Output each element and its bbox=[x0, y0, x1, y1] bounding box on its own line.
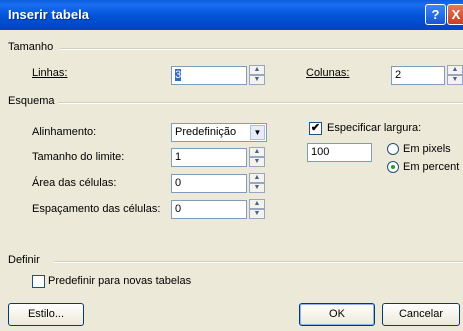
tamanho-limite-spinner[interactable]: ▲ ▼ bbox=[249, 147, 265, 168]
area-celulas-label: Área das células: bbox=[32, 177, 117, 189]
cancelar-button[interactable]: Cancelar bbox=[382, 303, 460, 326]
spin-down-icon[interactable]: ▼ bbox=[447, 75, 463, 85]
largura-input[interactable]: 100 bbox=[307, 143, 372, 162]
ok-button[interactable]: OK bbox=[299, 303, 375, 326]
predefinir-label: Predefinir para novas tabelas bbox=[48, 275, 192, 287]
predefinir-checkbox[interactable] bbox=[32, 275, 45, 288]
espacamento-spinner[interactable]: ▲ ▼ bbox=[249, 199, 265, 220]
section-esquema: Esquema bbox=[8, 95, 55, 107]
tamanho-limite-input[interactable]: 1 bbox=[171, 148, 247, 167]
estilo-button[interactable]: Estilo... bbox=[8, 303, 84, 326]
section-definir: Definir bbox=[8, 254, 40, 266]
alinhamento-select[interactable]: Predefinição ▼ bbox=[171, 123, 267, 142]
em-pixels-radio[interactable] bbox=[387, 143, 399, 155]
help-button[interactable]: ? bbox=[425, 4, 446, 25]
linhas-label: Linhas: bbox=[32, 67, 68, 79]
area-celulas-spinner[interactable]: ▲ ▼ bbox=[249, 173, 265, 194]
alinhamento-label: Alinhamento: bbox=[32, 126, 97, 138]
area-celulas-input[interactable]: 0 bbox=[171, 174, 247, 193]
spin-up-icon[interactable]: ▲ bbox=[249, 65, 265, 75]
spin-up-icon[interactable]: ▲ bbox=[447, 65, 463, 75]
spin-up-icon[interactable]: ▲ bbox=[249, 173, 265, 183]
divider bbox=[60, 48, 463, 50]
spin-up-icon[interactable]: ▲ bbox=[249, 147, 265, 157]
spin-down-icon[interactable]: ▼ bbox=[249, 75, 265, 85]
especificar-largura-checkbox[interactable]: ✔ bbox=[309, 122, 322, 135]
check-mark-icon: ✔ bbox=[310, 122, 321, 134]
colunas-label: Colunas: bbox=[306, 67, 350, 79]
section-tamanho: Tamanho bbox=[8, 41, 54, 53]
em-pixels-label: Em pixels bbox=[403, 143, 451, 155]
em-percent-label: Em percent bbox=[403, 161, 460, 173]
chevron-down-icon[interactable]: ▼ bbox=[250, 125, 265, 140]
close-button[interactable]: X bbox=[447, 4, 463, 25]
espacamento-label: Espaçamento das células: bbox=[32, 203, 161, 215]
spin-down-icon[interactable]: ▼ bbox=[249, 209, 265, 219]
title-bar: Inserir tabela ? X bbox=[0, 0, 463, 30]
linhas-spinner[interactable]: ▲ ▼ bbox=[249, 65, 265, 86]
spin-down-icon[interactable]: ▼ bbox=[249, 157, 265, 167]
colunas-input[interactable]: 2 bbox=[391, 66, 445, 85]
especificar-largura-label: Especificar largura: bbox=[327, 122, 422, 134]
divider bbox=[54, 261, 463, 263]
espacamento-input[interactable]: 0 bbox=[171, 200, 247, 219]
linhas-input[interactable]: 3 bbox=[171, 66, 247, 85]
window-title: Inserir tabela bbox=[8, 7, 89, 22]
spin-down-icon[interactable]: ▼ bbox=[249, 183, 265, 193]
em-percent-radio[interactable] bbox=[387, 161, 399, 173]
colunas-spinner[interactable]: ▲ ▼ bbox=[447, 65, 463, 86]
spin-up-icon[interactable]: ▲ bbox=[249, 199, 265, 209]
tamanho-limite-label: Tamanho do limite: bbox=[32, 151, 125, 163]
divider bbox=[58, 102, 463, 104]
